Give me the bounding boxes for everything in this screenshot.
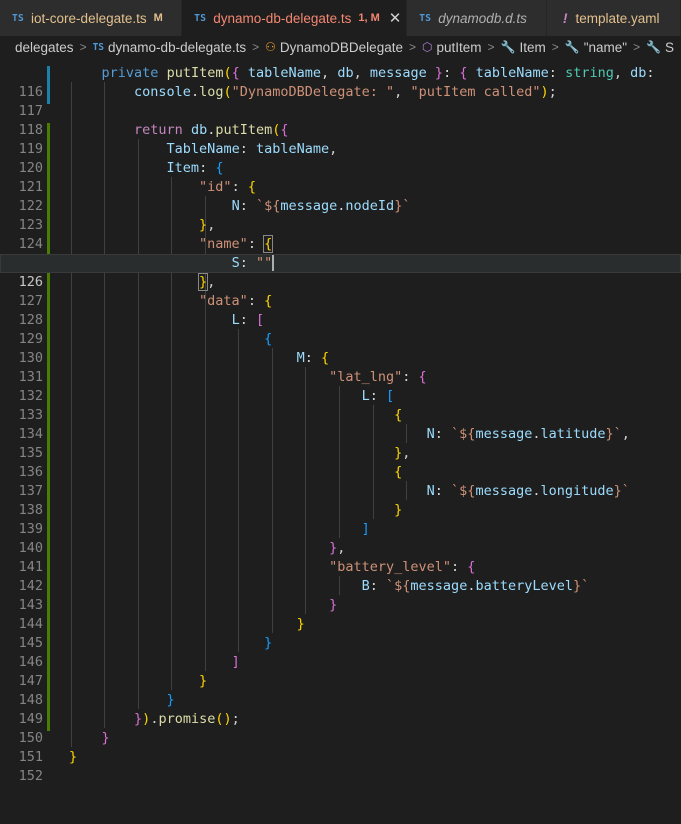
typescript-icon: TS <box>12 12 25 24</box>
tab-dynamo-db-delegate[interactable]: TS dynamo-db-delegate.ts 1, M ✕ <box>182 0 408 36</box>
code-line: 119 return db.putItem({ <box>0 121 681 157</box>
code-line: 134 { <box>0 406 681 442</box>
code-line: 142 "battery_level": { <box>0 558 681 594</box>
property-wrench-icon: 🔧 <box>646 40 662 54</box>
current-line: 126 S: "" <box>0 254 681 290</box>
chevron-right-icon: > <box>408 40 416 54</box>
typescript-icon: TS <box>419 12 432 24</box>
breadcrumb-property[interactable]: "name" <box>584 40 627 55</box>
chevron-right-icon: > <box>633 40 641 54</box>
code-line: 141 }, <box>0 539 681 575</box>
code-line: 121 Item: { <box>0 159 681 195</box>
breadcrumb-class[interactable]: DynamoDBDelegate <box>280 40 403 55</box>
chevron-right-icon: > <box>551 40 559 54</box>
tab-status-badge: M <box>153 12 163 24</box>
code-line: 116 private putItem({ tableName, db, mes… <box>0 64 681 100</box>
code-line: 132 "lat_lng": { <box>0 368 681 404</box>
breadcrumb-folder[interactable]: delegates <box>15 40 74 55</box>
code-line: 146 } <box>0 634 681 670</box>
breadcrumb-property[interactable]: Item <box>519 40 545 55</box>
code-line: 140 ] <box>0 520 681 556</box>
code-line: 118 <box>0 102 681 138</box>
code-line: 124 }, <box>0 216 681 252</box>
tab-iot-core-delegate[interactable]: TS iot-core-delegate.ts M <box>0 0 183 36</box>
property-wrench-icon: 🔧 <box>500 40 516 54</box>
code-line: 149 } <box>0 691 681 727</box>
property-wrench-icon: 🔧 <box>564 40 580 54</box>
class-icon: ⚇ <box>265 40 276 54</box>
method-cube-icon: ⬡ <box>421 40 433 54</box>
code-line: 148 } <box>0 672 681 708</box>
tab-dynamodb-d-ts[interactable]: TS dynamodb.d.ts <box>407 0 547 36</box>
code-line: 129 L: [ <box>0 311 681 347</box>
yaml-warning-icon: ! <box>562 10 568 26</box>
typescript-icon: TS <box>92 41 105 53</box>
code-line: 137 { <box>0 463 681 499</box>
code-line: 144 } <box>0 596 681 632</box>
close-icon[interactable]: ✕ <box>389 11 402 26</box>
code-line: 143 B: `${message.batteryLevel}` <box>0 577 681 613</box>
chevron-right-icon: > <box>487 40 495 54</box>
code-line: 131 M: { <box>0 349 681 385</box>
tab-bar: TS iot-core-delegate.ts M TS dynamo-db-d… <box>0 0 681 36</box>
code-line: 138 N: `${message.longitude}` <box>0 482 681 518</box>
tab-label: dynamo-db-delegate.ts <box>213 10 352 26</box>
code-line: 120 TableName: tableName, <box>0 140 681 176</box>
code-line: 122 "id": { <box>0 178 681 214</box>
text-cursor <box>272 255 275 271</box>
code-line: 151 } <box>0 729 681 765</box>
code-line: 125 "name": { <box>0 235 681 271</box>
typescript-icon: TS <box>194 12 207 24</box>
breadcrumb-property[interactable]: S <box>665 40 674 55</box>
code-line: 123 N: `${message.nodeId}` <box>0 197 681 233</box>
tab-template-yaml[interactable]: ! template.yaml <box>546 0 681 36</box>
code-line: 133 L: [ <box>0 387 681 423</box>
code-line: 139 } <box>0 501 681 537</box>
code-line: 150 }).promise(); <box>0 710 681 746</box>
code-line: 147 ] <box>0 653 681 689</box>
line-number: 152 <box>18 768 43 784</box>
code-editor[interactable]: 116 private putItem({ tableName, db, mes… <box>0 63 681 784</box>
code-line: 117 console.log("DynamoDBDelegate: ", "p… <box>0 83 681 119</box>
breadcrumb-method[interactable]: putItem <box>436 40 481 55</box>
tab-label: iot-core-delegate.ts <box>31 10 147 26</box>
code-line: 135 N: `${message.latitude}`, <box>0 425 681 461</box>
code-line: 128 "data": { <box>0 292 681 328</box>
chevron-right-icon: > <box>252 40 260 54</box>
code-line: 130 { <box>0 330 681 366</box>
chevron-right-icon: > <box>79 40 87 54</box>
code-line: 152 } <box>0 748 681 784</box>
tab-label: template.yaml <box>575 10 660 26</box>
code-line: 127 }, <box>0 273 681 309</box>
tab-label: dynamodb.d.ts <box>438 10 527 26</box>
tab-status-badge: 1, M <box>358 12 380 24</box>
breadcrumb-file[interactable]: dynamo-db-delegate.ts <box>108 40 246 55</box>
code-line: 136 }, <box>0 444 681 480</box>
code-line: 145 } <box>0 615 681 651</box>
breadcrumb: delegates > TS dynamo-db-delegate.ts > ⚇… <box>0 36 681 58</box>
